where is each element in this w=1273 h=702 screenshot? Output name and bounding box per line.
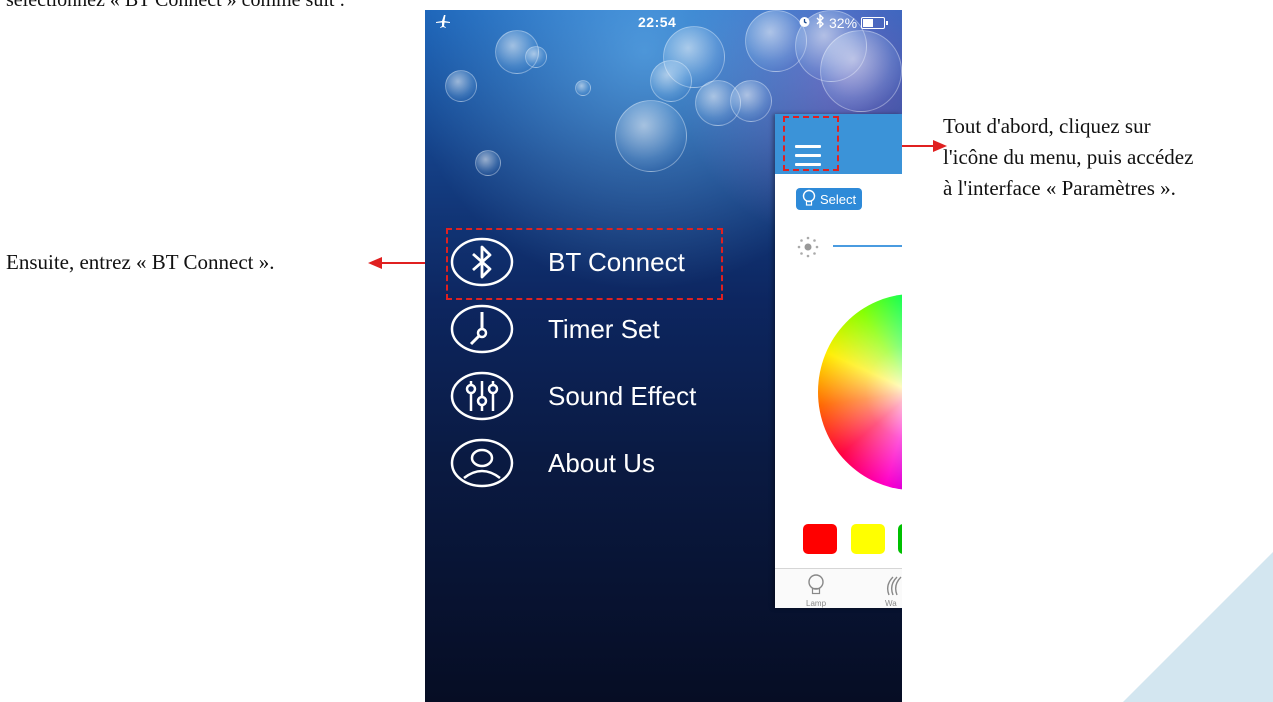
bokeh-bubble	[445, 70, 477, 102]
color-swatch-yellow[interactable]	[851, 524, 885, 554]
main-screen-panel: Select Lamp Wa	[775, 114, 902, 608]
phone-screenshot: 22:54 32% BT Connect Timer Set Sound Eff…	[425, 10, 902, 702]
wave-icon[interactable]	[883, 573, 902, 602]
annotation-right: Tout d'abord, cliquez sur l'icône du men…	[943, 111, 1193, 204]
bokeh-bubble	[820, 30, 902, 112]
equalizer-icon	[450, 371, 514, 421]
document-page: sélectionnez « BT Connect » comme suit :…	[0, 0, 1273, 702]
annotation-right-line-1: Tout d'abord, cliquez sur	[943, 114, 1151, 138]
top-cut-text: sélectionnez « BT Connect » comme suit :	[6, 0, 346, 11]
bokeh-bubble	[730, 80, 772, 122]
status-right: 32%	[798, 13, 889, 31]
alarm-icon	[798, 15, 811, 31]
color-wheel[interactable]	[818, 294, 902, 490]
menu-item-timer-set[interactable]: Timer Set	[450, 302, 730, 356]
color-swatch-red[interactable]	[803, 524, 837, 554]
highlight-bt-connect	[446, 228, 723, 300]
battery-icon	[861, 16, 889, 29]
menu-item-about-us[interactable]: About Us	[450, 436, 730, 490]
annotation-right-line-2: l'icône du menu, puis accédez	[943, 145, 1194, 169]
color-swatch-green[interactable]	[898, 524, 902, 554]
lamp-icon[interactable]	[805, 573, 827, 602]
annotation-right-line-3: à l'interface « Paramètres ».	[943, 176, 1176, 200]
bokeh-bubble	[525, 46, 547, 68]
decorative-triangle	[1123, 552, 1273, 702]
annotation-left: Ensuite, entrez « BT Connect ».	[6, 250, 275, 274]
menu-item-label: Timer Set	[548, 313, 660, 344]
highlight-menu-icon	[783, 116, 839, 171]
airplane-icon	[435, 13, 451, 32]
select-label: Select	[820, 191, 857, 207]
user-icon	[450, 438, 514, 488]
battery-text: 32%	[829, 14, 858, 31]
menu-item-label: Sound Effect	[548, 380, 697, 411]
bluetooth-icon	[815, 13, 825, 31]
brightness-slider[interactable]	[833, 245, 902, 247]
timer-icon	[450, 304, 514, 354]
bottom-tab-bar: Lamp Wa	[775, 568, 902, 608]
select-button[interactable]: Select	[796, 188, 863, 210]
tab-wave-label: Wa	[885, 599, 897, 608]
status-time: 22:54	[638, 14, 677, 30]
menu-item-sound-effect[interactable]: Sound Effect	[450, 369, 730, 423]
status-bar: 22:54 32%	[425, 10, 902, 34]
bokeh-bubble	[475, 150, 501, 176]
bokeh-bubble	[663, 26, 725, 88]
menu-item-label: About Us	[548, 447, 655, 478]
brightness-icon	[797, 236, 819, 263]
tab-lamp-label: Lamp	[806, 599, 827, 608]
bokeh-bubble	[615, 100, 687, 172]
bokeh-bubble	[575, 80, 591, 96]
bulb-icon	[800, 189, 818, 210]
